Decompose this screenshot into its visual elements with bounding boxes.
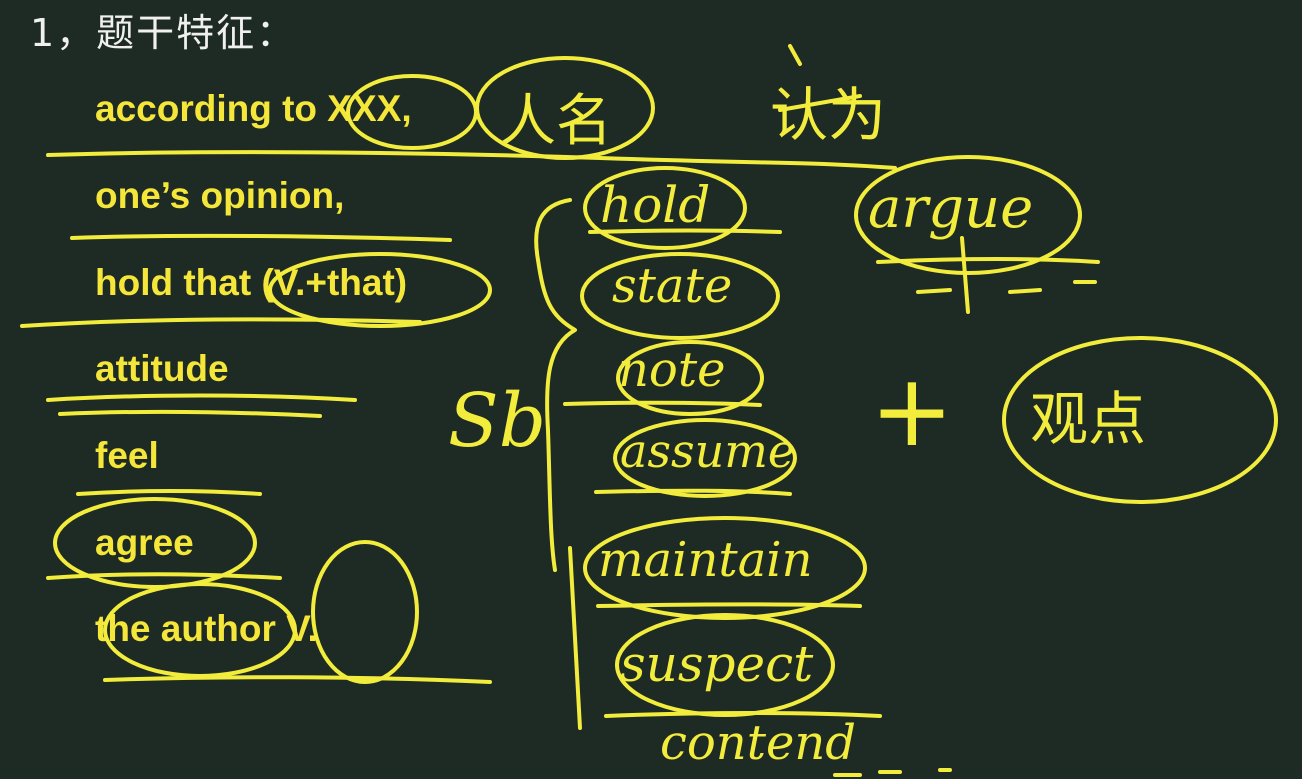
circle-state bbox=[580, 252, 780, 340]
underline-feel bbox=[76, 489, 262, 496]
vertical-line bbox=[568, 546, 582, 730]
circle-xxx bbox=[346, 74, 478, 150]
handwriting-strokes bbox=[20, 44, 1278, 777]
circle-v-that bbox=[268, 252, 492, 328]
bottom-dashes bbox=[833, 768, 952, 777]
circle-v bbox=[311, 540, 419, 684]
underline-author bbox=[103, 675, 492, 684]
circle-suspect bbox=[615, 613, 835, 717]
argue-dashes bbox=[916, 280, 1097, 294]
circle-viewpoint bbox=[1002, 336, 1278, 504]
underline-opinion bbox=[70, 233, 452, 242]
argue-underline bbox=[876, 257, 1100, 264]
circle-hold bbox=[583, 166, 747, 250]
brace-left bbox=[534, 198, 577, 572]
underline-assume bbox=[594, 488, 792, 496]
underline-attitude-1 bbox=[46, 393, 357, 402]
underline-maintain bbox=[596, 602, 862, 608]
circle-assume bbox=[613, 418, 797, 498]
circle-author bbox=[103, 582, 297, 678]
underline-attitude-2 bbox=[58, 409, 322, 418]
underline-according-to bbox=[46, 150, 897, 170]
argue-cross bbox=[960, 236, 970, 314]
circle-argue bbox=[854, 155, 1082, 275]
underline-note bbox=[563, 400, 762, 407]
circle-person-name bbox=[475, 56, 655, 160]
think-strokes bbox=[778, 44, 862, 112]
underline-hold bbox=[588, 228, 782, 234]
